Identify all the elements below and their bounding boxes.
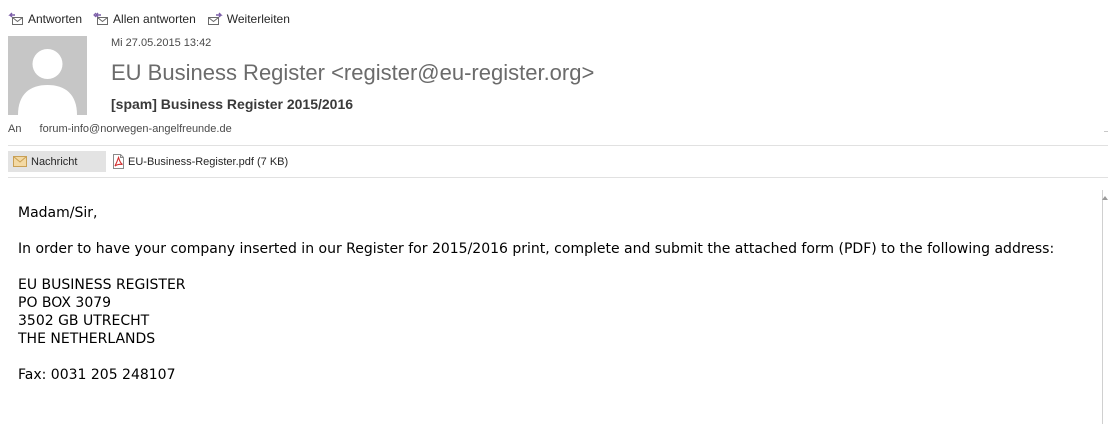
default-person-icon <box>8 36 87 115</box>
to-label: An <box>8 123 22 135</box>
message-body: Madam/Sir, In order to have your company… <box>18 204 1090 384</box>
body-scrollbar[interactable] <box>1102 190 1108 424</box>
address-line: PO BOX 3079 <box>18 295 112 311</box>
forward-label: Weiterleiten <box>226 12 290 26</box>
reply-all-icon <box>93 12 109 25</box>
greeting: Madam/Sir, <box>18 205 98 221</box>
attachment-divider <box>8 177 1108 178</box>
message-subject: [spam] Business Register 2015/2016 <box>111 96 354 112</box>
body-paragraph: In order to have your company inserted i… <box>18 241 1055 257</box>
message-tab-label: Nachricht <box>31 155 78 168</box>
forward-button[interactable]: Weiterleiten <box>207 12 290 26</box>
reading-pane-toolbar: Antworten Allen antworten Weiterleiten <box>8 9 301 29</box>
forward-icon <box>207 12 223 25</box>
reply-button[interactable]: Antworten <box>8 12 82 26</box>
attachment-bar: Nachricht EU-Business-Register.pdf (7 KB… <box>8 151 288 172</box>
envelope-icon <box>13 156 27 167</box>
pdf-attachment[interactable]: EU-Business-Register.pdf (7 KB) <box>112 154 288 169</box>
address-line: EU BUSINESS REGISTER <box>18 277 186 293</box>
scroll-up-arrow[interactable] <box>1102 196 1108 200</box>
reply-icon <box>8 12 23 25</box>
pdf-file-icon <box>113 154 124 169</box>
address-line: 3502 GB UTRECHT <box>18 313 150 329</box>
address-line: THE NETHERLANDS <box>18 331 156 347</box>
pdf-attachment-label: EU-Business-Register.pdf (7 KB) <box>128 155 289 168</box>
reply-label: Antworten <box>28 12 83 26</box>
header-divider <box>8 145 1108 146</box>
recipient-address[interactable]: forum-info@norwegen-angelfreunde.de <box>40 123 232 135</box>
message-tab[interactable]: Nachricht <box>8 151 106 172</box>
reply-all-label: Allen antworten <box>113 12 196 26</box>
sender-avatar <box>8 36 87 115</box>
fax-line: Fax: 0031 205 248107 <box>18 367 176 383</box>
message-date: Mi 27.05.2015 13:42 <box>111 37 212 49</box>
recipient-row: An forum-info@norwegen-angelfreunde.de <box>8 123 232 135</box>
sender-name[interactable]: EU Business Register <register@eu-regist… <box>111 60 594 86</box>
reply-all-button[interactable]: Allen antworten <box>93 12 196 26</box>
header-edge-mark <box>1104 131 1108 132</box>
